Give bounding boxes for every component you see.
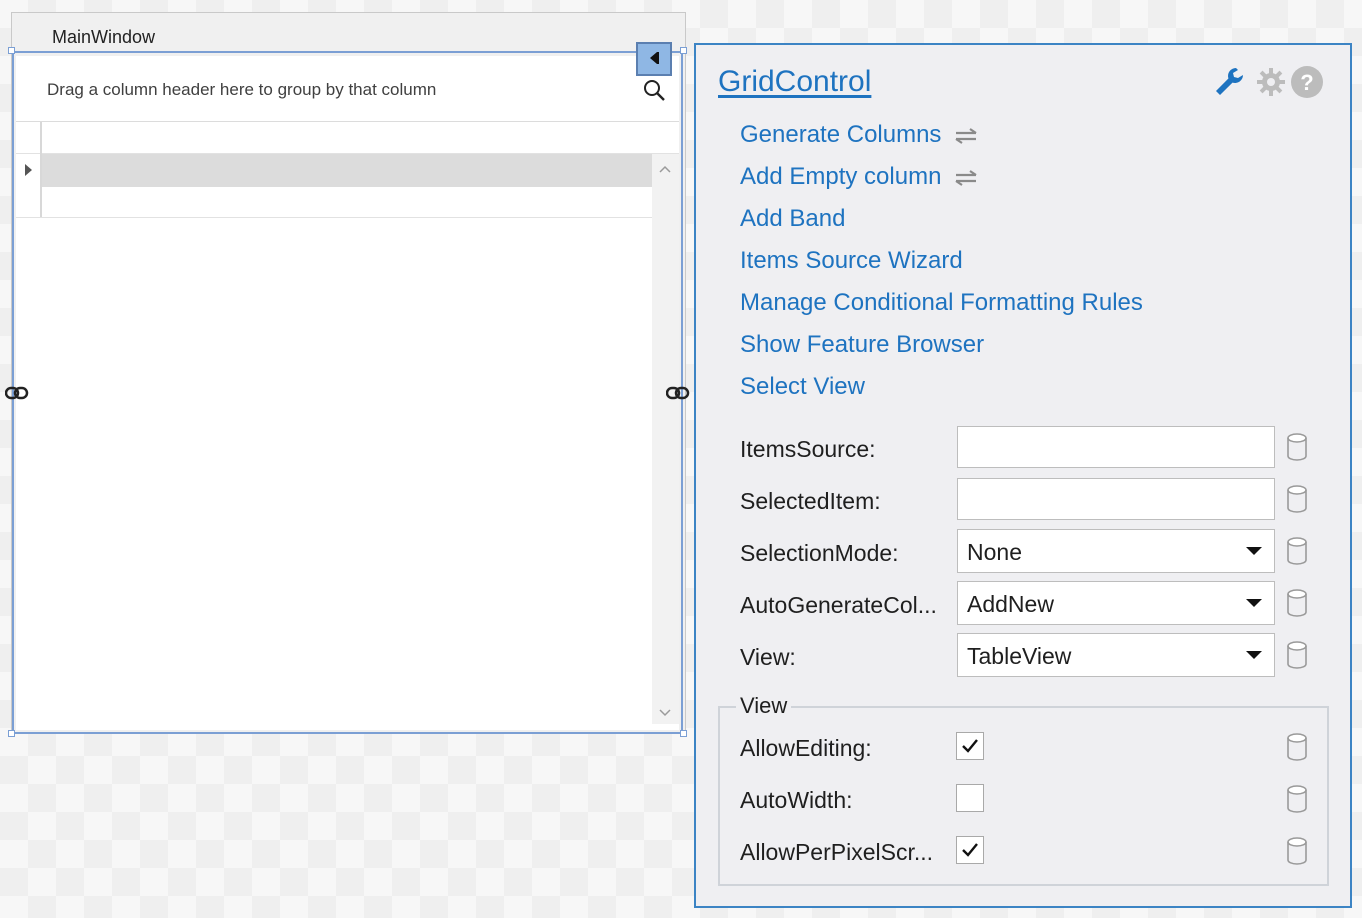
wrench-icon[interactable] xyxy=(1212,65,1246,99)
manage-conditional-formatting-link[interactable]: Manage Conditional Formatting Rules xyxy=(740,289,1143,317)
add-empty-column-link[interactable]: Add Empty column xyxy=(740,163,979,191)
selection-mode-label: SelectionMode: xyxy=(740,540,899,566)
resize-handle-top-left[interactable] xyxy=(8,47,15,54)
swap-icon xyxy=(955,169,978,186)
right-anchor-icon[interactable] xyxy=(666,385,692,401)
show-feature-browser-link[interactable]: Show Feature Browser xyxy=(740,331,984,359)
database-icon[interactable] xyxy=(1286,641,1308,669)
allow-editing-checkbox[interactable] xyxy=(956,732,984,760)
allow-per-pixel-scrolling-label: AllowPerPixelScr... xyxy=(740,839,934,865)
resize-handle-top-right[interactable] xyxy=(680,47,687,54)
auto-width-label: AutoWidth: xyxy=(740,787,853,813)
search-icon[interactable] xyxy=(642,78,666,102)
database-icon[interactable] xyxy=(1286,433,1308,461)
view-label: View: xyxy=(740,644,796,670)
dropdown-arrow-icon xyxy=(1246,547,1262,555)
auto-generate-columns-label: AutoGenerateCol... xyxy=(740,592,937,618)
auto-width-checkbox[interactable] xyxy=(956,784,984,812)
database-icon[interactable] xyxy=(1286,589,1308,617)
selection-mode-value: None xyxy=(967,539,1022,565)
smart-tag-button[interactable] xyxy=(636,42,672,76)
select-view-link[interactable]: Select View xyxy=(740,373,865,401)
view-value: TableView xyxy=(967,643,1072,669)
gear-icon[interactable] xyxy=(1254,65,1288,99)
table-row[interactable] xyxy=(42,154,652,187)
auto-generate-columns-select[interactable]: AddNew xyxy=(957,581,1275,625)
items-source-field[interactable] xyxy=(957,426,1275,468)
allow-editing-label: AllowEditing: xyxy=(740,735,872,761)
window-title: MainWindow xyxy=(52,27,156,47)
items-source-label: ItemsSource: xyxy=(740,436,876,462)
generate-columns-label: Generate Columns xyxy=(740,121,942,148)
left-anchor-icon[interactable] xyxy=(5,385,31,401)
database-icon[interactable] xyxy=(1286,485,1308,513)
scroll-up-icon[interactable] xyxy=(658,162,672,176)
database-icon[interactable] xyxy=(1286,785,1308,813)
dropdown-arrow-icon xyxy=(1246,651,1262,659)
database-icon[interactable] xyxy=(1286,537,1308,565)
checkmark-icon xyxy=(962,843,978,857)
new-item-row[interactable] xyxy=(16,187,652,218)
add-band-link[interactable]: Add Band xyxy=(740,205,845,233)
database-icon[interactable] xyxy=(1286,733,1308,761)
vertical-scrollbar[interactable] xyxy=(652,154,679,724)
column-header-row[interactable] xyxy=(16,122,679,154)
swap-icon xyxy=(955,127,978,144)
svg-text:?: ? xyxy=(1300,70,1313,95)
grid-control[interactable]: Drag a column header here to group by th… xyxy=(16,56,679,730)
group-panel[interactable]: Drag a column header here to group by th… xyxy=(16,56,679,122)
generate-columns-link[interactable]: Generate Columns xyxy=(740,121,979,149)
scroll-down-icon[interactable] xyxy=(658,706,672,720)
view-select[interactable]: TableView xyxy=(957,633,1275,677)
dropdown-arrow-icon xyxy=(1246,599,1262,607)
smart-tag-panel: GridControl ? Generate Columns Add Empty… xyxy=(694,43,1352,908)
selection-mode-select[interactable]: None xyxy=(957,529,1275,573)
selected-item-field[interactable] xyxy=(957,478,1275,520)
selected-item-label: SelectedItem: xyxy=(740,488,881,514)
checkmark-icon xyxy=(962,739,978,753)
help-icon[interactable]: ? xyxy=(1290,65,1324,99)
database-icon[interactable] xyxy=(1286,837,1308,865)
group-panel-text: Drag a column header here to group by th… xyxy=(47,80,437,99)
allow-per-pixel-scrolling-checkbox[interactable] xyxy=(956,836,984,864)
items-source-wizard-link[interactable]: Items Source Wizard xyxy=(740,247,963,275)
view-group-title: View xyxy=(736,693,792,719)
resize-handle-bottom-left[interactable] xyxy=(8,730,15,737)
focused-row-indicator-icon xyxy=(25,164,32,176)
panel-title[interactable]: GridControl xyxy=(718,65,871,99)
resize-handle-bottom-right[interactable] xyxy=(680,730,687,737)
auto-generate-columns-value: AddNew xyxy=(967,591,1054,617)
add-empty-column-label: Add Empty column xyxy=(740,163,942,190)
